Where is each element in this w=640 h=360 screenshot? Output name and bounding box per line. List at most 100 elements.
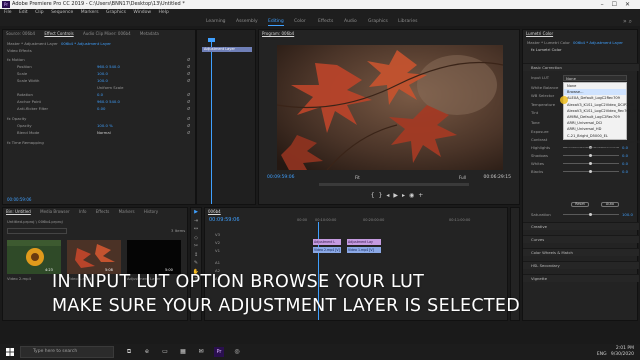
- step-forward-icon[interactable]: ▸: [402, 192, 409, 199]
- mail-icon[interactable]: ✉: [196, 347, 206, 357]
- workspace-audio[interactable]: Audio: [344, 17, 357, 26]
- project-search-input[interactable]: [7, 228, 67, 234]
- blacks-value[interactable]: 0.0: [622, 169, 628, 174]
- taskbar-search-input[interactable]: Type here to search: [20, 346, 114, 358]
- tab-metadata[interactable]: Metadata: [140, 31, 159, 36]
- reset-icon[interactable]: ↺: [187, 64, 190, 69]
- selection-tool-icon[interactable]: ▶: [191, 208, 201, 217]
- reset-icon[interactable]: ↺: [187, 71, 190, 76]
- section-color-wheels[interactable]: Color Wheels & Match: [523, 248, 639, 256]
- tab-info[interactable]: Info: [79, 209, 87, 214]
- workspace-graphics[interactable]: Graphics: [368, 17, 388, 26]
- reset-icon[interactable]: ↺: [187, 123, 190, 128]
- shadows-slider-knob[interactable]: [589, 154, 592, 157]
- track-v3-label[interactable]: V3: [215, 232, 220, 237]
- ec-opacity-value[interactable]: 100.0 %: [97, 123, 113, 128]
- section-vignette[interactable]: Vignette: [523, 274, 639, 282]
- ec-row-motion[interactable]: fx Motion: [7, 57, 25, 62]
- section-curves[interactable]: Curves: [523, 235, 639, 243]
- section-basic-correction[interactable]: Basic Correction: [523, 63, 639, 71]
- clip-thumbnail[interactable]: [7, 240, 61, 274]
- reset-icon[interactable]: ↺: [187, 130, 190, 135]
- workspace-assembly[interactable]: Assembly: [236, 17, 258, 26]
- razor-tool-icon[interactable]: ✂: [191, 242, 201, 251]
- tab-bin[interactable]: Bin: Untitled: [6, 209, 31, 214]
- input-lut-dropdown-menu[interactable]: None Browse... ALEXA_Default_LogC2Rec709…: [563, 82, 640, 150]
- ec-position-value[interactable]: 960.0 540.0: [97, 64, 120, 69]
- ec-rotation-value[interactable]: 0.0: [97, 92, 103, 97]
- reset-icon[interactable]: ↺: [187, 106, 190, 111]
- tab-effects[interactable]: Effects: [96, 209, 110, 214]
- ripple-edit-tool-icon[interactable]: ↔: [191, 225, 201, 234]
- menu-clip[interactable]: Clip: [35, 10, 44, 15]
- workspace-libraries[interactable]: Libraries: [398, 17, 417, 26]
- ec-anchor-value[interactable]: 960.0 540.0: [97, 99, 120, 104]
- tab-lumetri-color[interactable]: Lumetri Color: [526, 31, 553, 36]
- tab-effect-controls[interactable]: Effect Controls: [44, 31, 73, 36]
- store-icon[interactable]: ▦: [178, 347, 188, 357]
- workspace-learning[interactable]: Learning: [206, 17, 226, 26]
- workspace-editing[interactable]: Editing: [268, 17, 284, 26]
- input-lut-dropdown[interactable]: None: [563, 75, 627, 81]
- track-a1-label[interactable]: A1: [215, 260, 220, 265]
- reset-icon[interactable]: ↺: [187, 78, 190, 83]
- play-icon[interactable]: ▶: [393, 192, 402, 199]
- lut-option[interactable]: ALEXA_Default_LogC2Rec709: [564, 95, 626, 101]
- premiere-taskbar-icon[interactable]: Pr: [214, 347, 224, 357]
- system-tray[interactable]: ENG 2:01 PM 9/30/2020: [597, 346, 634, 358]
- ec-scale-width-value[interactable]: 100.0: [97, 78, 108, 83]
- rate-stretch-tool-icon[interactable]: ◇: [191, 234, 201, 243]
- blacks-slider-knob[interactable]: [589, 170, 592, 173]
- timeline-ruler[interactable]: 00:00 00:10:00:00 00:20:00:00 00:11:00:0…: [297, 218, 507, 226]
- track-v1-label[interactable]: V1: [215, 248, 220, 253]
- slip-tool-icon[interactable]: ↕: [191, 251, 201, 260]
- video-clip[interactable]: Video 1.mp4 [V]: [347, 247, 381, 253]
- tab-audio-clip-mixer[interactable]: Audio Clip Mixer: 006b4: [83, 31, 131, 36]
- lumetri-seq-label[interactable]: 006b4 * Adjustment Layer: [573, 40, 623, 45]
- effect-controls-mini-timeline[interactable]: Adjustment Layer: [196, 29, 256, 205]
- lut-option[interactable]: Panasonic_V-Log_to_V709_forV35_ver100: [564, 139, 640, 145]
- ec-row-time-remap[interactable]: fx Time Remapping: [7, 140, 44, 145]
- saturation-slider-knob[interactable]: [589, 213, 592, 216]
- clip-name[interactable]: Video 2.mp4: [7, 276, 31, 281]
- file-explorer-icon[interactable]: ▭: [160, 347, 170, 357]
- tab-sequence[interactable]: 006b4: [208, 209, 221, 214]
- menu-graphics[interactable]: Graphics: [106, 10, 126, 15]
- ec-antiflicker-value[interactable]: 0.00: [97, 106, 105, 111]
- menu-help[interactable]: Help: [159, 10, 169, 15]
- tab-program[interactable]: Program: 006b4: [262, 31, 294, 36]
- ec-seq-label[interactable]: 006b4 * Adjustment Layer: [61, 41, 111, 46]
- tab-source[interactable]: Source: 006b4: [6, 31, 35, 36]
- edge-icon[interactable]: e: [142, 347, 152, 357]
- ec-row-opacity-group[interactable]: fx Opacity: [7, 116, 26, 121]
- lumetri-auto-button[interactable]: Auto: [601, 202, 619, 207]
- workspace-effects[interactable]: Effects: [318, 17, 333, 26]
- lumetri-reset-button[interactable]: Reset: [571, 202, 589, 207]
- program-current-timecode[interactable]: 00:09:59:06: [267, 175, 294, 180]
- menu-sequence[interactable]: Sequence: [51, 10, 73, 15]
- section-hsl-secondary[interactable]: HSL Secondary: [523, 261, 639, 269]
- mark-in-icon[interactable]: {: [371, 192, 379, 199]
- video-clip[interactable]: Video 2.mp4 [V]: [313, 247, 341, 253]
- ec-timecode[interactable]: 00:00:59:06: [7, 197, 31, 202]
- program-quality-dropdown[interactable]: Full: [459, 175, 466, 180]
- reset-icon[interactable]: ↺: [187, 116, 190, 121]
- ec-scale-value[interactable]: 100.0: [97, 71, 108, 76]
- ec-blend-dropdown[interactable]: Normal: [97, 130, 111, 135]
- timeline-timecode[interactable]: 00:09:59:06: [209, 217, 240, 223]
- program-fit-dropdown[interactable]: Fit: [355, 175, 360, 180]
- whites-value[interactable]: 0.0: [622, 161, 628, 166]
- shadows-value[interactable]: 0.0: [622, 153, 628, 158]
- menu-file[interactable]: File: [4, 10, 12, 15]
- tab-history[interactable]: History: [144, 209, 158, 214]
- menu-window[interactable]: Window: [133, 10, 151, 15]
- menu-edit[interactable]: Edit: [19, 10, 28, 15]
- reset-icon[interactable]: ↺: [187, 92, 190, 97]
- lut-option[interactable]: AlexaV3_K1S1_LogC2Video_DCIP3_EE: [564, 102, 635, 108]
- chrome-icon[interactable]: ◎: [232, 347, 242, 357]
- ec-clip-label[interactable]: Master * Adjustment Layer: [7, 41, 58, 46]
- add-button-icon[interactable]: +: [418, 192, 427, 199]
- playback-controls[interactable]: {}◂▶▸◉+: [339, 192, 459, 199]
- lut-option[interactable]: Rec709_to_Log_PQ_Gamma: [564, 145, 626, 151]
- tab-markers[interactable]: Markers: [119, 209, 135, 214]
